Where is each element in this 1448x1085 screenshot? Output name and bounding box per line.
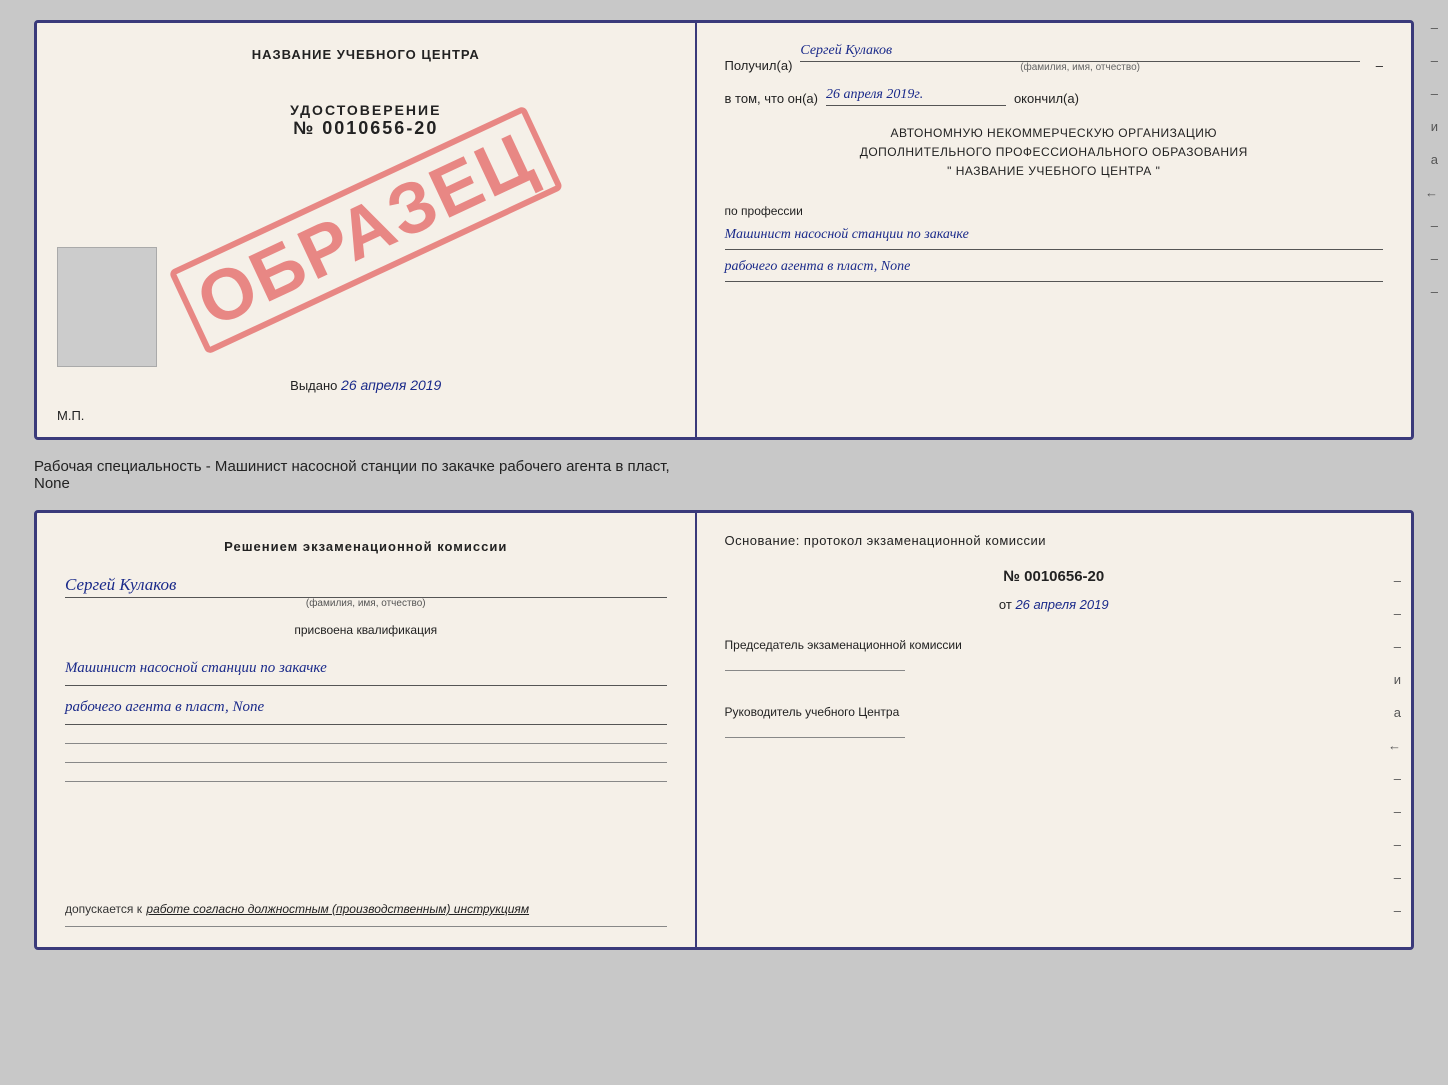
top-right-panel: Получил(а) Сергей Кулаков (фамилия, имя,… (697, 23, 1411, 437)
profession-block: по профессии Машинист насосной станции п… (725, 200, 1383, 282)
po-professii-label: по профессии (725, 204, 1383, 218)
dopuskaetsya-block: допускается к работе согласно должностны… (65, 900, 667, 927)
photo-placeholder (57, 247, 157, 367)
vydano-date: 26 апреля 2019 (341, 377, 441, 393)
separator-line-3 (65, 781, 667, 782)
bottom-right-panel: Основание: протокол экзаменационной коми… (697, 513, 1411, 947)
bottom-document: Решением экзаменационной комиссии Сергей… (34, 510, 1414, 950)
top-document: НАЗВАНИЕ УЧЕБНОГО ЦЕНТРА ОБРАЗЕЦ УДОСТОВ… (34, 20, 1414, 440)
center-title-top: НАЗВАНИЕ УЧЕБНОГО ЦЕНТРА (252, 47, 480, 62)
rukovoditel-line (725, 737, 905, 738)
org-line2: ДОПОЛНИТЕЛЬНОГО ПРОФЕССИОНАЛЬНОГО ОБРАЗО… (725, 143, 1383, 162)
mp-label: М.П. (57, 408, 84, 423)
vydano-line: Выдано 26 апреля 2019 (37, 377, 695, 393)
predsedatel-label: Председатель экзаменационной комиссии (725, 636, 1383, 654)
vydano-label: Выдано (290, 378, 337, 393)
rukovoditel-label: Руководитель учебного Центра (725, 703, 1383, 721)
prisvoena-label: присвоена квалификация (65, 623, 667, 637)
ot-label: от (999, 597, 1012, 612)
dopusk-line (65, 926, 667, 927)
name-cursive: Сергей Кулаков (65, 575, 667, 598)
org-line1: АВТОНОМНУЮ НЕКОММЕРЧЕСКУЮ ОРГАНИЗАЦИЮ (725, 124, 1383, 143)
komissia-title: Решением экзаменационной комиссии (65, 537, 667, 557)
name-block: Сергей Кулаков (фамилия, имя, отчество) (65, 567, 667, 609)
rukovoditel-block: Руководитель учебного Центра (725, 703, 1383, 738)
bottom-left-panel: Решением экзаменационной комиссии Сергей… (37, 513, 697, 947)
protocol-number: № 0010656-20 (725, 568, 1383, 585)
vtom-value: 26 апреля 2019г. (826, 87, 1006, 106)
dopusk-value: работе согласно должностным (производств… (146, 902, 529, 916)
poluchil-value: Сергей Кулаков (800, 43, 1359, 62)
separator-line-2 (65, 762, 667, 763)
qual-line1: Машинист насосной станции по закачке (65, 653, 667, 686)
predsedatel-line (725, 670, 905, 671)
obrazets-stamp: ОБРАЗЕЦ (168, 105, 563, 355)
org-block: АВТОНОМНУЮ НЕКОММЕРЧЕСКУЮ ОРГАНИЗАЦИЮ ДО… (725, 124, 1383, 182)
dopusk-label: допускается к (65, 902, 142, 916)
org-line3: " НАЗВАНИЕ УЧЕБНОГО ЦЕНТРА " (725, 162, 1383, 181)
top-left-panel: НАЗВАНИЕ УЧЕБНОГО ЦЕНТРА ОБРАЗЕЦ УДОСТОВ… (37, 23, 697, 437)
okoncil-label: окончил(а) (1014, 91, 1079, 106)
familiya-label: (фамилия, имя, отчество) (800, 62, 1359, 73)
udostoverenie-title: УДОСТОВЕРЕНИЕ (290, 102, 441, 118)
poluchil-label: Получил(а) (725, 58, 793, 73)
vtom-label: в том, что он(а) (725, 91, 818, 106)
qualification-block: Машинист насосной станции по закачке раб… (65, 647, 667, 725)
specialty-label: Рабочая специальность - Машинист насосно… (34, 452, 1414, 498)
udostoverenie-block: УДОСТОВЕРЕНИЕ № 0010656-20 (290, 102, 441, 139)
separator-line-1 (65, 743, 667, 744)
profession-line1: Машинист насосной станции по закачке (725, 222, 1383, 250)
ot-date: 26 апреля 2019 (1015, 597, 1108, 612)
udostoverenie-number: № 0010656-20 (290, 118, 441, 139)
poluchil-row: Получил(а) Сергей Кулаков (фамилия, имя,… (725, 43, 1383, 73)
predsedatel-block: Председатель экзаменационной комиссии (725, 636, 1383, 671)
name-sub: (фамилия, имя, отчество) (65, 598, 667, 609)
bottom-right-dashes: – – – и а ← – – – – – (1388, 573, 1401, 918)
vtom-row: в том, что он(а) 26 апреля 2019г. окончи… (725, 87, 1383, 106)
osnovanie-title: Основание: протокол экзаменационной коми… (725, 533, 1383, 548)
certificate-container: НАЗВАНИЕ УЧЕБНОГО ЦЕНТРА ОБРАЗЕЦ УДОСТОВ… (34, 20, 1414, 950)
qual-line2: рабочего агента в пласт, None (65, 692, 667, 725)
protocol-date: от 26 апреля 2019 (725, 597, 1383, 612)
profession-line2: рабочего агента в пласт, None (725, 254, 1383, 282)
